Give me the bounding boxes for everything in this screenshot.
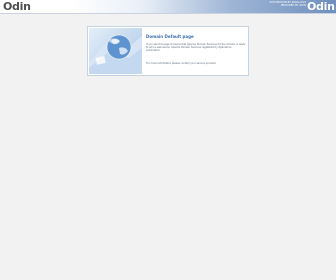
globe-illustration — [89, 28, 142, 74]
banner-tagline: AUTOMATION BY PARALLELS PROVIDED BY ODIN — [261, 1, 306, 8]
top-banner: Odin AUTOMATION BY PARALLELS PROVIDED BY… — [0, 0, 336, 14]
card-paragraph-1: If you see this page it means that Apach… — [146, 43, 246, 53]
card-paragraph-2: For more information please contact your… — [146, 62, 217, 65]
odin-logo: Odin — [3, 0, 31, 13]
card-title: Domain Default page — [146, 34, 194, 39]
banner-tagline-line2: PROVIDED BY ODIN — [280, 4, 306, 8]
odin-logo-right: Odin — [307, 0, 335, 13]
globe-icon — [89, 34, 142, 74]
default-page-card: Domain Default page If you see this page… — [87, 26, 249, 76]
